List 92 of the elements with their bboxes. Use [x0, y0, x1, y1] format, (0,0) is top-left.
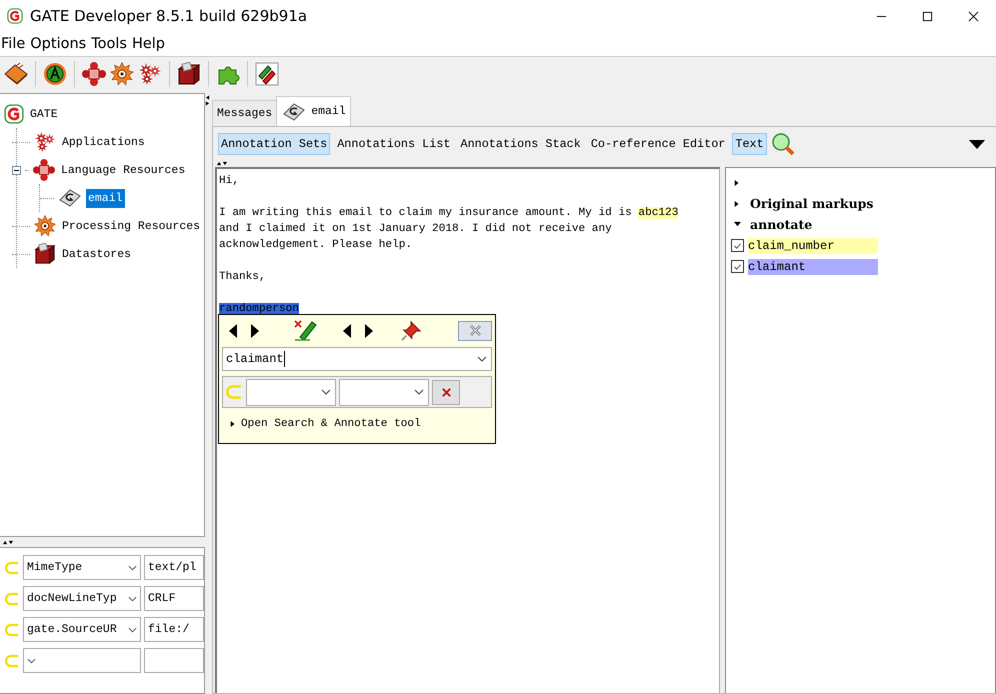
subset-icon: [4, 590, 20, 606]
cross-icon[interactable]: [82, 62, 106, 86]
view-toggle[interactable]: Annotations List: [334, 133, 454, 155]
tree-item[interactable]: Processing Resources: [60, 216, 202, 236]
pencils-icon[interactable]: [255, 62, 279, 86]
right-arrow-icon[interactable]: [364, 322, 374, 338]
cross-icon: [33, 159, 55, 181]
checkbox[interactable]: [731, 260, 744, 273]
menu-item[interactable]: Tools: [90, 36, 131, 52]
gears-icon: [34, 131, 56, 153]
feature-name-combo[interactable]: gate.SourceUR: [23, 617, 141, 642]
subset-icon: [4, 622, 20, 638]
dropdown-arrow-icon[interactable]: [968, 138, 986, 150]
delete-icon: [440, 386, 452, 398]
document-icon: [58, 188, 82, 208]
feature-value-field[interactable]: CRLF: [144, 586, 204, 611]
tree-item[interactable]: Datastores: [60, 244, 134, 264]
splitter-arrows-icon[interactable]: [2, 540, 14, 544]
gears-icon[interactable]: [138, 62, 162, 86]
menu-item[interactable]: File: [0, 36, 30, 52]
menu-item[interactable]: Options: [29, 36, 90, 52]
logo-icon: [7, 8, 23, 24]
annotation-set-name[interactable]: Original markups: [750, 196, 874, 211]
tree-item[interactable]: Language Resources: [59, 160, 188, 180]
caret-icon[interactable]: [128, 564, 137, 570]
text-line: I am writing this email to claim my insurance amount. My id is: [219, 207, 633, 219]
subset-icon: [4, 560, 20, 576]
feature-value-field[interactable]: file:/: [144, 617, 204, 642]
caret-icon[interactable]: [128, 596, 137, 602]
subset-icon: [4, 652, 20, 668]
subset-icon: [225, 383, 243, 401]
document-tab[interactable]: Messages: [212, 100, 278, 126]
feature-value-field[interactable]: text/pl: [144, 555, 204, 580]
tree-item[interactable]: GATE: [28, 104, 60, 124]
box-icon[interactable]: [177, 62, 201, 86]
gear-icon: [34, 215, 56, 237]
view-toggle[interactable]: Text: [732, 133, 767, 155]
feature-name-combo[interactable]: docNewLineTyp: [23, 586, 141, 611]
tree-item[interactable]: Applications: [60, 132, 147, 152]
document-text-area[interactable]: [215, 167, 720, 693]
maximize-icon[interactable]: [922, 10, 932, 22]
splitter-arrows-icon[interactable]: [205, 94, 210, 107]
text-line: and I claimed it on 1st January 2018. I did not receive any: [219, 223, 612, 235]
annotation-set-name[interactable]: annotate: [750, 217, 812, 232]
check-icon: [733, 242, 742, 248]
caret-icon[interactable]: [477, 356, 487, 362]
badge-icon[interactable]: [43, 62, 67, 86]
expand-arrow-icon[interactable]: [734, 178, 740, 188]
annotation-type[interactable]: claim_number: [748, 238, 878, 254]
document-tab[interactable]: email: [276, 96, 351, 126]
view-toggle[interactable]: Annotations Stack: [457, 133, 584, 155]
menu-item[interactable]: Help: [130, 36, 170, 52]
document-icon: [281, 102, 308, 122]
highlighted-text: randomperson: [219, 303, 299, 315]
expand-arrow-icon[interactable]: [230, 419, 236, 429]
tree-item[interactable]: email: [86, 188, 125, 208]
search-tool-toggle[interactable]: Open Search & Annotate tool: [241, 416, 421, 432]
text-line: acknowledgement. Please help.: [219, 239, 412, 251]
window-title: GATE Developer 8.5.1 build 629b91a: [30, 7, 308, 25]
delete-button[interactable]: [432, 380, 460, 404]
logo-icon: [4, 104, 24, 124]
view-toggle[interactable]: Annotation Sets: [218, 133, 330, 155]
highlighted-text: abc123: [638, 207, 678, 219]
feature-value-field[interactable]: [144, 648, 204, 673]
close-icon[interactable]: [968, 10, 978, 22]
right-arrow-icon[interactable]: [250, 322, 260, 338]
delete-pencil-icon[interactable]: [292, 318, 318, 342]
splitter-arrows-icon[interactable]: [216, 161, 228, 166]
feature-name-combo[interactable]: MimeType: [23, 555, 141, 580]
collapse-arrow-icon[interactable]: [732, 221, 742, 228]
left-arrow-icon[interactable]: [342, 322, 352, 338]
annotation-type-combo[interactable]: claimant: [222, 347, 492, 371]
close-button[interactable]: [458, 320, 492, 340]
gear-icon[interactable]: [110, 62, 134, 86]
view-toggle[interactable]: Co-reference Editor: [588, 133, 728, 155]
left-arrow-icon[interactable]: [228, 322, 238, 338]
close-icon: [468, 325, 482, 336]
annotation-type[interactable]: claimant: [748, 258, 878, 274]
text-line: Hi,: [219, 175, 239, 187]
check-icon: [733, 264, 742, 270]
caret-icon[interactable]: [321, 389, 331, 395]
caret-icon[interactable]: [128, 626, 137, 632]
text-line: Thanks,: [219, 271, 266, 283]
caret-icon[interactable]: [414, 389, 424, 395]
pin-icon[interactable]: [400, 320, 422, 342]
caret-icon[interactable]: [27, 658, 36, 664]
box-icon: [34, 243, 56, 265]
book-icon[interactable]: [4, 62, 28, 86]
collapse-icon[interactable]: [12, 166, 21, 174]
expand-arrow-icon[interactable]: [734, 198, 740, 208]
search-icon[interactable]: [770, 132, 795, 156]
checkbox[interactable]: [731, 239, 744, 252]
